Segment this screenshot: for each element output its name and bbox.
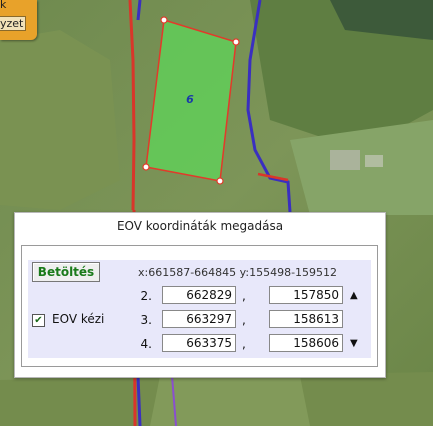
separator-comma: , bbox=[242, 313, 246, 327]
eov-manual-checkbox[interactable]: ✔ bbox=[32, 314, 45, 327]
coordinate-range-text: x:661587-664845 y:155498-159512 bbox=[138, 266, 338, 279]
coordinates-fieldset: Betöltés x:661587-664845 y:155498-159512… bbox=[21, 245, 378, 367]
scroll-down-icon[interactable]: ▼ bbox=[350, 334, 358, 354]
parcel-vertex-2 bbox=[232, 38, 240, 46]
row-number: 3. bbox=[140, 313, 152, 327]
parcel-label: 6 bbox=[186, 93, 194, 106]
parcel-vertex-4 bbox=[142, 163, 150, 171]
y-coordinate-input[interactable]: 157850 bbox=[269, 286, 343, 304]
x-coordinate-input[interactable]: 663375 bbox=[162, 334, 236, 352]
y-coordinate-input[interactable]: 158606 bbox=[269, 334, 343, 352]
x-coordinate-input[interactable]: 662829 bbox=[162, 286, 236, 304]
separator-comma: , bbox=[242, 289, 246, 303]
parcel-vertex-1 bbox=[160, 16, 168, 24]
dialog-title: EOV koordináták megadása bbox=[116, 219, 284, 233]
coordinates-panel: Betöltés x:661587-664845 y:155498-159512… bbox=[28, 260, 371, 358]
toolbar-corner-tab[interactable]: k yzet bbox=[0, 0, 37, 40]
load-button[interactable]: Betöltés bbox=[32, 262, 100, 282]
y-coordinate-input[interactable]: 158613 bbox=[269, 310, 343, 328]
row-number: 4. bbox=[140, 337, 152, 351]
corner-tab-text: k bbox=[0, 0, 7, 11]
row-number: 2. bbox=[140, 289, 152, 303]
corner-tab-button[interactable]: yzet bbox=[0, 16, 27, 31]
separator-comma: , bbox=[242, 337, 246, 351]
x-coordinate-input[interactable]: 663297 bbox=[162, 310, 236, 328]
eov-manual-label: EOV kézi bbox=[52, 312, 105, 326]
scroll-up-icon[interactable]: ▲ bbox=[350, 286, 358, 306]
eov-coordinates-dialog: EOV koordináták megadása Betöltés x:6615… bbox=[14, 212, 386, 378]
parcel-vertex-3 bbox=[216, 177, 224, 185]
